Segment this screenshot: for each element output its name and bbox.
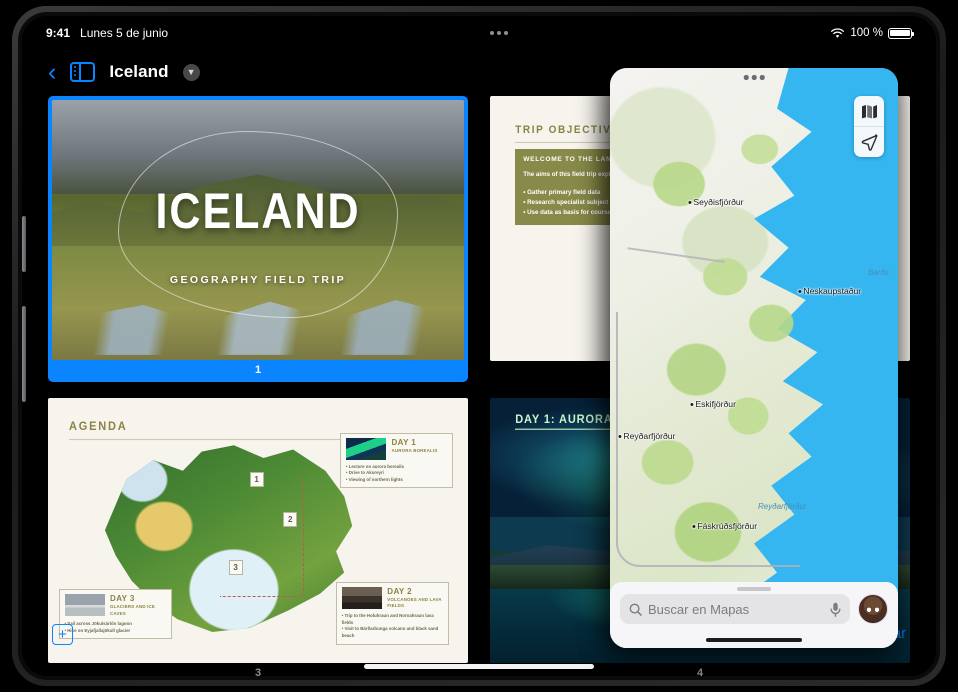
map-label-place: Reyðarfjörður	[618, 430, 675, 442]
slide-1-title: ICELAND	[155, 184, 361, 241]
day-1-bullets: Lecture on aurora borealis Drive to Akur…	[346, 464, 447, 484]
user-avatar[interactable]	[858, 594, 888, 624]
slide-1-subtitle: GEOGRAPHY FIELD TRIP	[169, 274, 347, 287]
day-2-thumbnail	[341, 586, 383, 609]
map-layers-button[interactable]	[854, 96, 884, 126]
chevron-down-icon[interactable]: ▼	[182, 63, 200, 81]
list-item: Drive to Akureyri	[346, 470, 447, 477]
maps-home-indicator[interactable]	[706, 637, 802, 642]
sheet-pull-handle[interactable]	[737, 587, 771, 591]
day-1-title: DAY 1	[391, 437, 417, 447]
device-bezel: 9:41 Lunes 5 de junio 100 % ‹ Iceland ▼	[18, 12, 940, 680]
battery-percent-label: 100 %	[850, 27, 883, 39]
ipad-device-frame: 9:41 Lunes 5 de junio 100 % ‹ Iceland ▼	[12, 6, 946, 686]
multitask-handle-icon[interactable]	[743, 75, 765, 80]
home-indicator[interactable]	[364, 664, 594, 669]
day-1-thumbnail	[345, 437, 387, 460]
microphone-icon[interactable]	[830, 602, 841, 617]
day-3-title: DAY 3	[110, 594, 135, 604]
slide-number-1: 1	[254, 364, 262, 377]
day-card-2-header: DAY 2 VOLCANOES AND LAVA FIELDS	[341, 586, 443, 610]
day-card-1-header: DAY 1 AURORA BOREALIS	[345, 437, 447, 460]
map-pin-2: 2	[283, 512, 298, 528]
search-input[interactable]: Buscar en Mapas	[620, 594, 850, 624]
list-item: Lecture on aurora borealis	[346, 464, 447, 471]
search-placeholder-text: Buscar en Mapas	[648, 601, 750, 617]
map-label-water: Barðs	[868, 268, 889, 277]
map-controls	[854, 96, 884, 157]
ipad-screen: 9:41 Lunes 5 de junio 100 % ‹ Iceland ▼	[22, 16, 936, 676]
status-bar-left: 9:41 Lunes 5 de junio	[46, 26, 168, 40]
list-item: Viewing of northern lights	[346, 477, 447, 484]
map-label-place: Fáskrúðsfjörður	[692, 520, 757, 532]
search-icon	[629, 603, 642, 616]
battery-icon	[888, 27, 914, 39]
chevron-left-icon[interactable]: ‹	[48, 59, 56, 85]
day-card-1: DAY 1 AURORA BOREALIS Lecture on aurora …	[339, 432, 454, 489]
wifi-icon	[831, 27, 845, 38]
map-label-place: Seyðisfjörður	[688, 196, 743, 208]
status-date: Lunes 5 de junio	[80, 26, 169, 40]
maps-slide-over-window[interactable]: Seyðisfjörður Neskaupstaður Eskifjörður …	[610, 68, 898, 648]
page-title: Iceland	[109, 62, 169, 81]
status-time: 9:41	[46, 26, 71, 40]
map-pin-3: 3	[228, 559, 243, 575]
map-label-place: Eskifjörður	[690, 398, 736, 410]
multitask-handle-icon[interactable]	[490, 31, 509, 35]
slide-1-canvas: ICELAND GEOGRAPHY FIELD TRIP	[52, 100, 464, 361]
status-bar-right: 100 %	[830, 27, 914, 39]
day-2-subtitle: VOLCANOES AND LAVA FIELDS	[387, 596, 442, 608]
map-pin-1: 1	[249, 472, 264, 488]
add-slide-button[interactable]: +	[52, 623, 73, 645]
map-layers-icon	[861, 104, 877, 118]
route-dashed-line	[220, 477, 305, 597]
status-bar: 9:41 Lunes 5 de junio 100 %	[22, 16, 936, 50]
slide-thumbnail-1[interactable]: ICELAND GEOGRAPHY FIELD TRIP 1	[48, 96, 468, 383]
locate-me-icon	[861, 133, 877, 151]
map-canvas[interactable]: Seyðisfjörður Neskaupstaður Eskifjörður …	[610, 68, 898, 648]
map-label-place: Neskaupstaður	[798, 285, 861, 297]
locate-me-button[interactable]	[854, 127, 884, 157]
map-label-water: Reyðarfjörður	[758, 502, 807, 511]
day-2-title: DAY 2	[387, 586, 412, 596]
sidebar-toggle-icon[interactable]	[70, 62, 96, 82]
day-1-subtitle: AURORA BOREALIS	[391, 447, 438, 453]
status-bar-center	[168, 31, 830, 35]
